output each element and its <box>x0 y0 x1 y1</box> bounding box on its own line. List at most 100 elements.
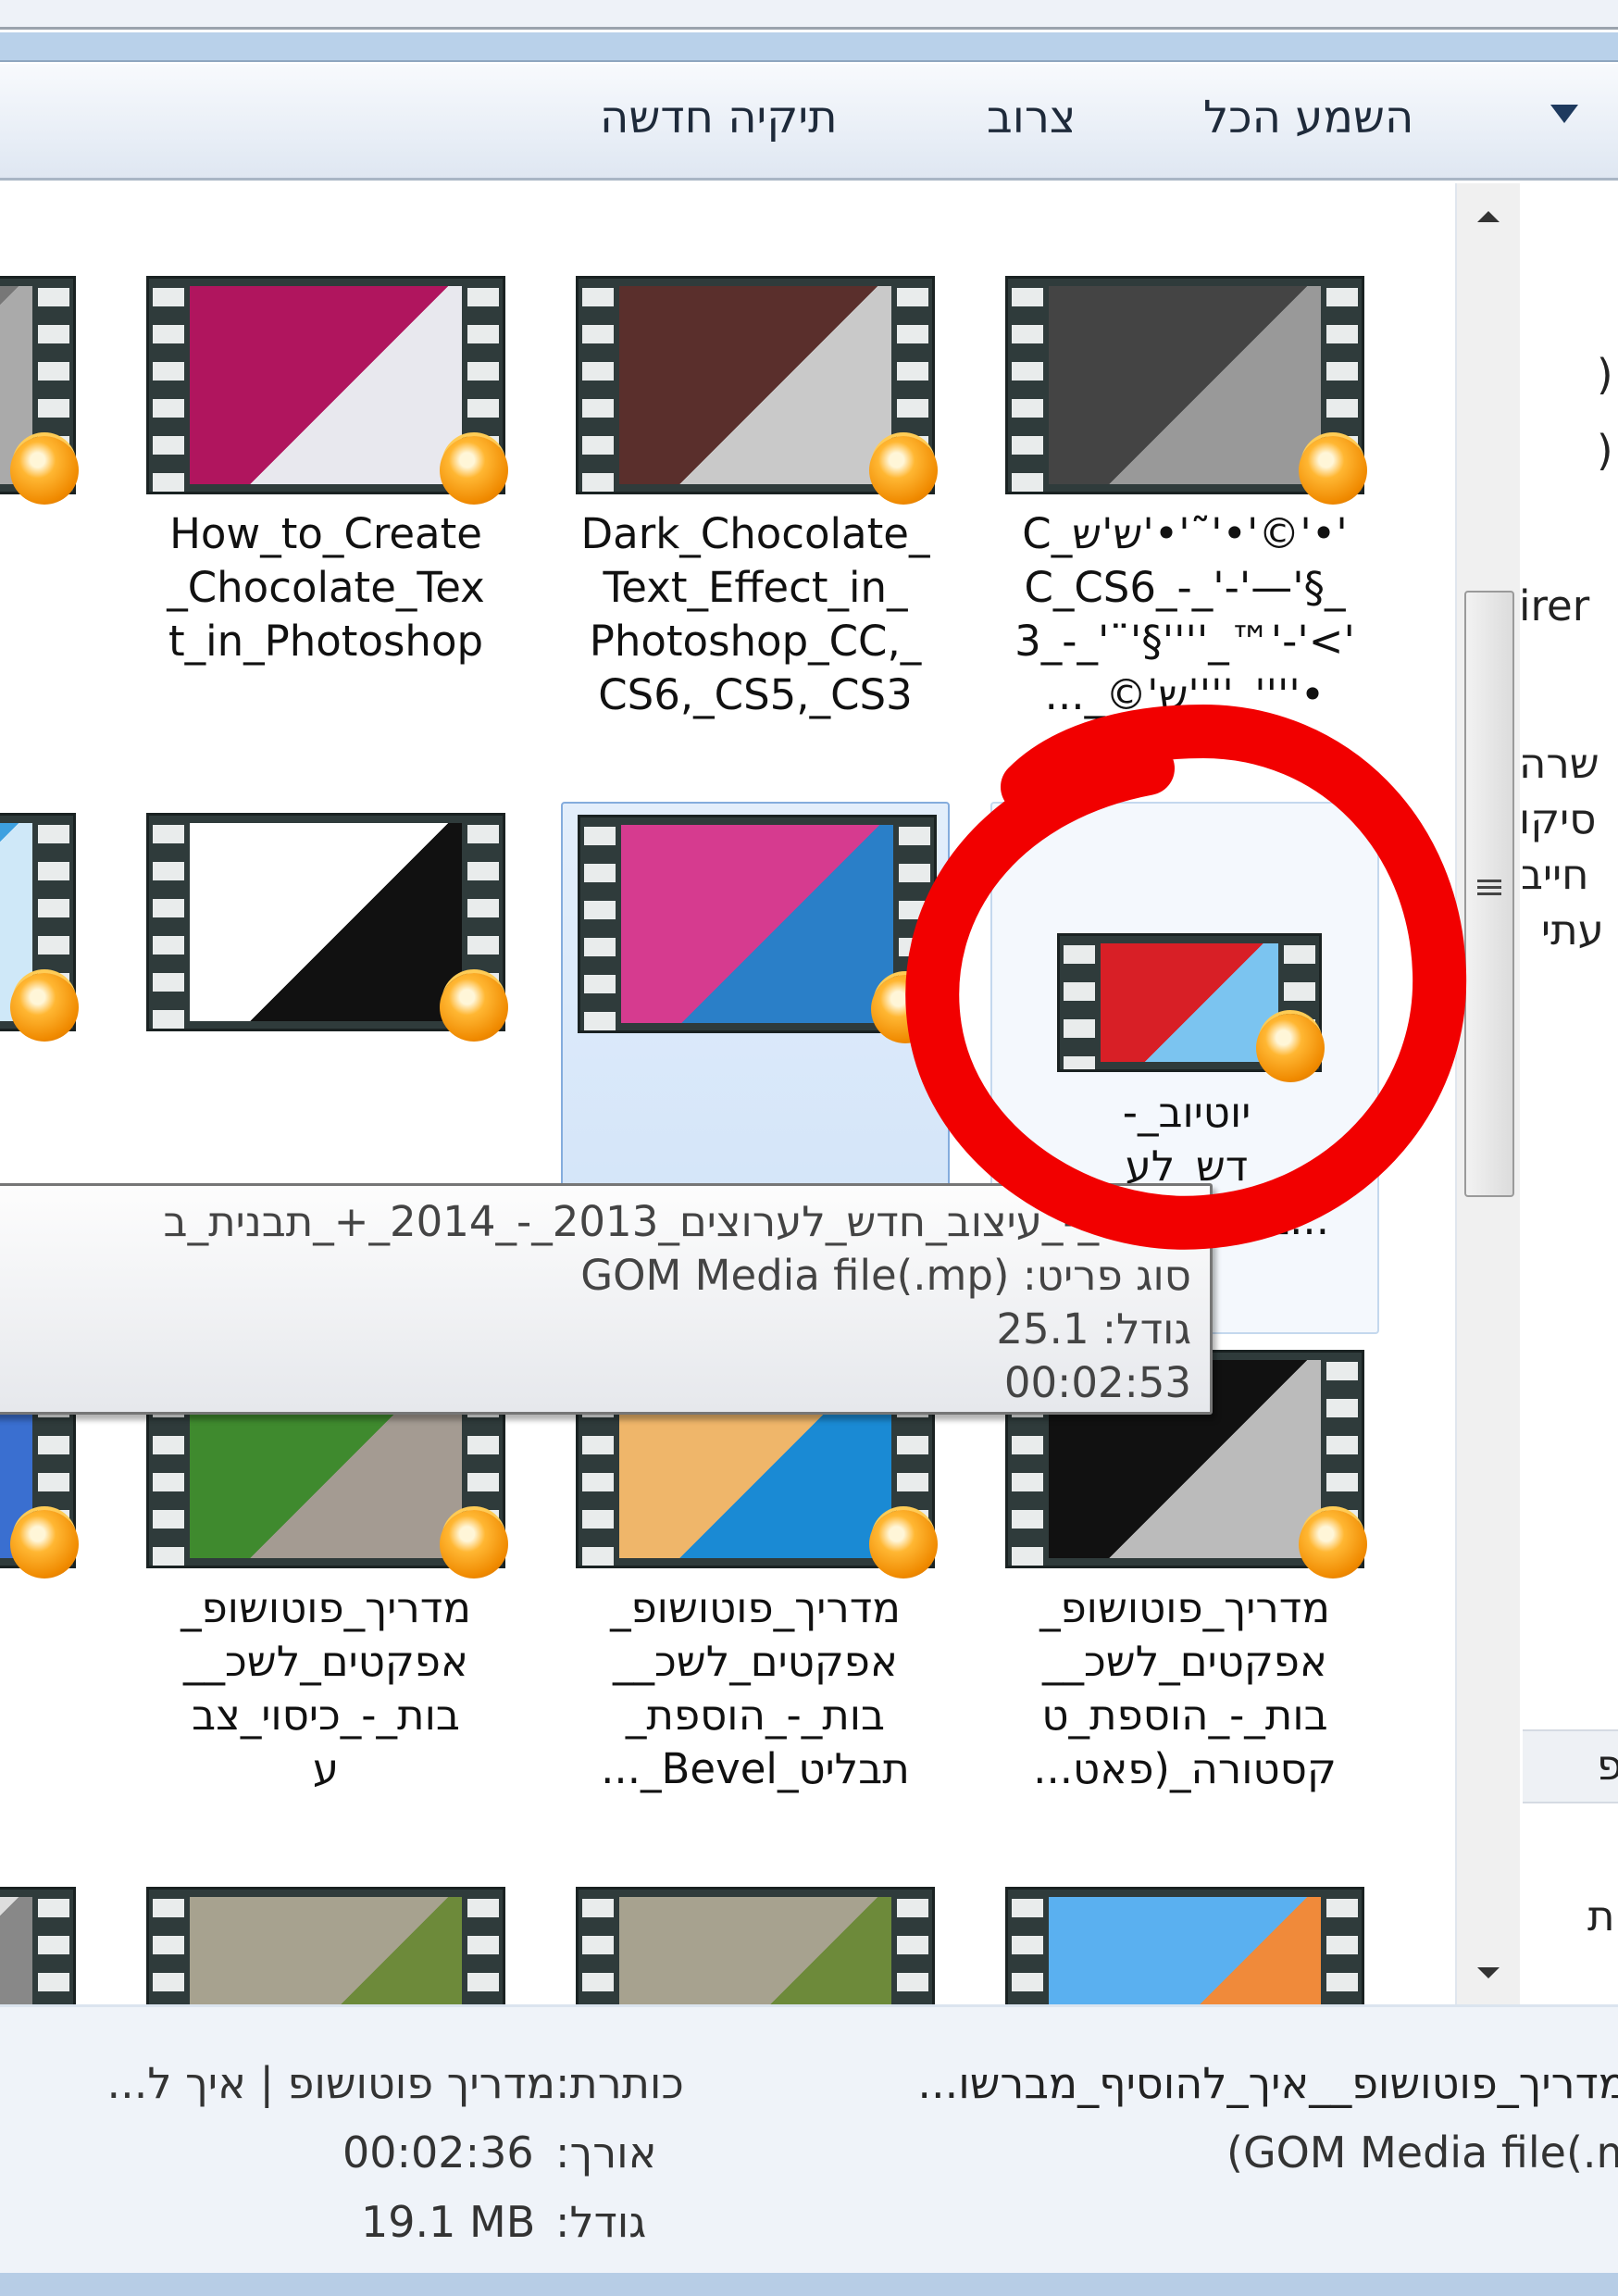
burn-button[interactable]: צרוב <box>987 92 1076 144</box>
play-all-dropdown-icon[interactable] <box>1550 105 1578 123</box>
file-name-line: מדריך_פוטושופ_ <box>180 1583 471 1632</box>
video-file-tile[interactable]: 02-2 <box>0 265 91 783</box>
film-strip-icon <box>153 1890 184 2004</box>
preview-tab[interactable]: פ <box>1523 1729 1618 1803</box>
details-title-label: כותרת: <box>555 2058 684 2108</box>
file-name-line: בור <box>0 1689 91 1742</box>
toolbar: תיקיה חדשה צרוב השמע הכל <box>0 64 1618 181</box>
file-name-label: How_to_Create _Chocolate_Tex t_in_Photosho… <box>131 507 520 668</box>
file-grid: 02-2 How_to_Create _Chocolate_Tex t_in_Phot… <box>0 183 1455 2004</box>
address-bar-area <box>0 32 1618 62</box>
video-thumbnail <box>1005 276 1367 505</box>
film-strip-icon <box>1064 936 1095 1069</box>
film-strip-icon <box>467 1890 499 2004</box>
status-bar <box>0 2273 1618 2296</box>
film-strip-icon <box>897 1890 928 2004</box>
video-file-tile[interactable]: מדריך_פוטושופ_ אפקטים_לשכ__ בות_-_הוספת_ט ק… <box>990 1339 1379 1857</box>
tooltip-length: 00:02:53 <box>1003 1358 1191 1407</box>
video-file-tile[interactable]: מד_אפקבורבע <box>0 1339 91 1857</box>
file-name-line: How_to_Create <box>169 509 482 558</box>
window-title-strip <box>0 0 1618 30</box>
file-name-label: Dark_Chocolate_ Text_Effect_in_ Photoshop_… <box>561 507 950 722</box>
gom-player-icon <box>440 436 508 505</box>
preview-text: עתי <box>1541 905 1604 955</box>
file-name-label: '•'©'•'˜'•'ש'ש_C C_CS6_-_'-'—'§_ 3_-_'¨'§'… <box>990 507 1379 722</box>
gom-player-icon <box>871 975 940 1043</box>
file-name-line: Text_Effect_in_ <box>603 563 908 612</box>
video-thumbnail <box>576 276 938 505</box>
file-name-line: '•'©'•'˜'•'ש'ש_C <box>1022 509 1348 558</box>
thumbnail-image <box>1049 286 1321 484</box>
film-strip-icon <box>153 816 184 1029</box>
thumbnail-image <box>1101 943 1278 1062</box>
gom-player-icon <box>1299 1510 1367 1578</box>
preview-text: ( <box>1597 426 1613 475</box>
gom-player-icon <box>440 973 508 1042</box>
gom-player-icon <box>10 1510 79 1578</box>
file-name-line: יוטיוב_- <box>1122 1088 1251 1137</box>
film-strip-icon <box>1012 1890 1043 2004</box>
file-name-line: C_CS6_-_'-'—'§_ <box>1024 563 1346 612</box>
video-file-tile[interactable] <box>561 1876 950 2004</box>
video-file-tile[interactable]: מדריך_פוטושופ_ אפקטים_לשכ__ בות_-_הוספת_ תב… <box>561 1339 950 1857</box>
file-name-line: בע <box>0 1742 91 1796</box>
film-strip-icon <box>153 279 184 492</box>
video-file-tile[interactable] <box>0 1876 91 2004</box>
video-file-tile[interactable]: '•'©'•'˜'•'ש'ש_C C_CS6_-_'-'—'§_ 3_-_'¨'§'… <box>990 265 1379 783</box>
file-name-line: ע <box>312 1744 340 1793</box>
scroll-down-arrow-icon[interactable] <box>1477 1967 1500 1978</box>
details-length-label: אורך: <box>555 2128 657 2177</box>
video-thumbnail <box>146 813 508 1042</box>
video-thumbnail <box>578 815 940 1043</box>
film-strip-icon <box>582 279 614 492</box>
video-thumbnail <box>576 1887 935 2004</box>
video-thumbnail <box>0 276 79 505</box>
film-strip-icon <box>584 817 616 1030</box>
video-file-tile[interactable] <box>990 1876 1379 2004</box>
video-file-tile[interactable]: מדריך_פוטושופ_ אפקטים_לשכ__ בות_-_כיסוי_צב… <box>131 1339 520 1857</box>
file-name-line: 02- <box>0 507 91 561</box>
file-tooltip: יוטיוב_-_עיצוב_חדש_לערוצים_2013_-_2014_+… <box>0 1183 1213 1415</box>
new-folder-button[interactable]: תיקיה חדשה <box>600 92 838 144</box>
tooltip-type: סוג פריט: (GOM Media file(.mp <box>580 1251 1191 1300</box>
file-name-label: 02-2 <box>0 507 91 615</box>
video-thumbnail <box>146 276 508 505</box>
thumbnail-image <box>621 825 893 1023</box>
video-thumbnail <box>0 1887 76 2004</box>
scrollbar-thumb[interactable] <box>1464 591 1514 1197</box>
preview-text: ( <box>1597 350 1613 399</box>
gom-player-icon <box>1299 436 1367 505</box>
film-strip-icon <box>1012 279 1043 492</box>
thumbnail-image <box>0 1897 32 2004</box>
video-file-tile[interactable] <box>131 1876 520 2004</box>
file-name-line: Dark_Chocolate_ <box>580 509 930 558</box>
file-name-line: אפק <box>0 1635 91 1689</box>
thumbnail-image <box>190 823 462 1021</box>
scroll-up-arrow-icon[interactable] <box>1477 211 1500 222</box>
vertical-scrollbar[interactable] <box>1455 183 1520 2004</box>
details-size-value: 19.1 MB <box>361 2197 536 2247</box>
thumbnail-image <box>1049 1897 1321 2004</box>
film-strip-icon <box>582 1890 614 2004</box>
file-name-label: מדריך_פוטושופ_ אפקטים_לשכ__ בות_-_הוספת_ תב… <box>561 1581 950 1796</box>
tooltip-filename: יוטיוב_-_עיצוב_חדש_לערוצים_2013_-_2014_+… <box>163 1197 1191 1246</box>
video-file-tile[interactable]: How_to_Create _Chocolate_Tex t_in_Photosho… <box>131 265 520 783</box>
film-strip-icon <box>1326 1890 1358 2004</box>
gom-player-icon <box>440 1510 508 1578</box>
play-all-button[interactable]: השמע הכל <box>1203 92 1413 144</box>
file-name-line: אפקטים_לשכ__ <box>613 1637 898 1686</box>
file-name-line: CS6,_CS5,_CS3 <box>598 670 913 719</box>
gom-player-icon <box>869 1510 938 1578</box>
gom-player-icon <box>869 436 938 505</box>
video-file-tile[interactable]: Dark_Chocolate_ Text_Effect_in_ Photoshop_… <box>561 265 950 783</box>
video-thumbnail <box>0 813 79 1042</box>
details-filetype: (GOM Media file(.m <box>1226 2128 1618 2177</box>
gom-player-icon <box>1256 1014 1325 1082</box>
gom-player-icon <box>10 973 79 1042</box>
file-name-line: בות_-_הוספת_ט <box>1041 1691 1328 1740</box>
file-name-line: אפקטים_לשכ__ <box>1042 1637 1327 1686</box>
preview-text: חייב <box>1523 850 1589 899</box>
thumbnail-image <box>190 286 462 484</box>
thumbnail-image <box>619 286 891 484</box>
file-name-line: 2 <box>0 561 91 615</box>
